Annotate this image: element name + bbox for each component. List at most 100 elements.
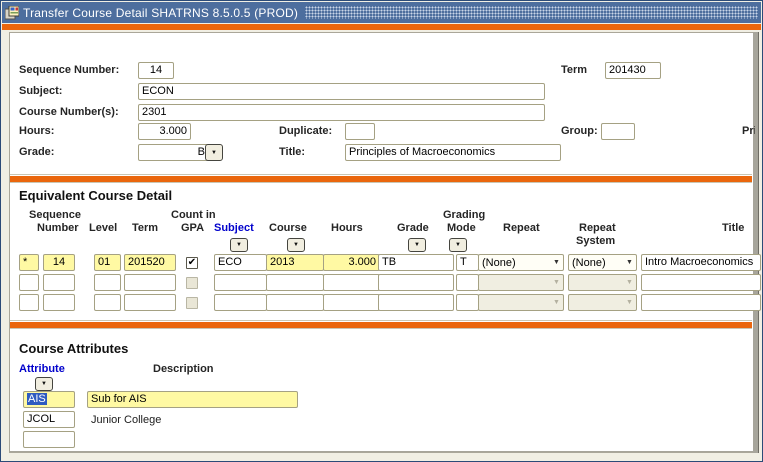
section-separator-line bbox=[10, 320, 752, 321]
chevron-down-icon: ▼ bbox=[293, 242, 299, 248]
description-field[interactable]: Sub for AIS bbox=[87, 391, 298, 408]
grade-lov-button[interactable]: ▼ bbox=[205, 144, 223, 161]
group-field[interactable] bbox=[601, 123, 635, 140]
ecd-title-field[interactable] bbox=[641, 294, 761, 311]
ecd-repeat-system-dropdown: ▼ bbox=[568, 274, 637, 291]
sequence-number-label: Sequence Number: bbox=[19, 64, 119, 76]
ecd-term-field[interactable]: 201520 bbox=[124, 254, 176, 271]
ecd-header-subject-link[interactable]: Subject bbox=[214, 222, 254, 234]
ecd-current-record-indicator bbox=[19, 294, 39, 311]
title-field[interactable]: Principles of Macroeconomics bbox=[345, 144, 561, 161]
ecd-subject-lov-button[interactable]: ▼ bbox=[230, 238, 248, 252]
section-separator-line bbox=[10, 328, 752, 329]
titlebar: Transfer Course Detail SHATRNS 8.5.0.5 (… bbox=[2, 2, 761, 23]
ecd-term-field[interactable] bbox=[124, 274, 176, 291]
chevron-down-icon: ▼ bbox=[455, 242, 461, 248]
grade-field[interactable]: B bbox=[138, 144, 209, 161]
ecd-repeat-system-value: (None) bbox=[569, 257, 623, 269]
attribute-field[interactable]: JCOL bbox=[23, 411, 75, 428]
course-attributes-title: Course Attributes bbox=[19, 341, 128, 356]
term-label: Term bbox=[561, 64, 587, 76]
ecd-hours-field[interactable] bbox=[323, 294, 380, 311]
ecd-current-record-indicator bbox=[19, 274, 39, 291]
attribute-field[interactable]: AIS bbox=[23, 391, 75, 408]
ecd-grading-mode-field[interactable] bbox=[456, 294, 479, 311]
course-numbers-label: Course Number(s): bbox=[19, 106, 119, 118]
application-icon bbox=[5, 6, 19, 20]
ecd-repeat-dropdown[interactable]: (None) ▼ bbox=[478, 254, 564, 271]
ecd-subject-field[interactable] bbox=[214, 274, 267, 291]
ecd-count-in-gpa-checkbox[interactable]: ✔ bbox=[186, 257, 198, 269]
ecd-course-field[interactable] bbox=[266, 274, 324, 291]
window-bottom-line bbox=[9, 451, 753, 452]
chevron-down-icon: ▼ bbox=[211, 150, 217, 156]
ecd-header-count-in: Count in bbox=[171, 209, 216, 221]
ecd-row-3: ▼ ▼ bbox=[1, 294, 762, 311]
ecd-current-record-indicator: * bbox=[19, 254, 39, 271]
ecd-header-hours: Hours bbox=[331, 222, 363, 234]
attribute-header-link[interactable]: Attribute bbox=[19, 363, 65, 375]
sequence-number-field[interactable]: 14 bbox=[138, 62, 174, 79]
ecd-hours-field[interactable] bbox=[323, 274, 380, 291]
ecd-repeat-dropdown: ▼ bbox=[478, 294, 564, 311]
ecd-course-field[interactable]: 2013 bbox=[266, 254, 324, 271]
ecd-subject-field[interactable] bbox=[214, 294, 267, 311]
course-numbers-field[interactable]: 2301 bbox=[138, 104, 545, 121]
ecd-sequence-number-field[interactable] bbox=[43, 274, 75, 291]
ecd-grading-mode-lov-button[interactable]: ▼ bbox=[449, 238, 467, 252]
ecd-repeat-dropdown: ▼ bbox=[478, 274, 564, 291]
ecd-grading-mode-field[interactable]: T bbox=[456, 254, 479, 271]
ecd-header-sequence: Sequence bbox=[29, 209, 81, 221]
ecd-repeat-value: (None) bbox=[479, 257, 550, 269]
course-attributes-row-2: JCOL Junior College bbox=[1, 411, 762, 428]
group-label: Group: bbox=[561, 125, 598, 137]
ecd-term-field[interactable] bbox=[124, 294, 176, 311]
selected-text: AIS bbox=[27, 393, 47, 405]
ecd-header-repeat: Repeat bbox=[503, 222, 540, 234]
application-window: Transfer Course Detail SHATRNS 8.5.0.5 (… bbox=[0, 0, 763, 462]
ecd-grade-field[interactable]: TB bbox=[378, 254, 454, 271]
ecd-level-field[interactable]: 01 bbox=[94, 254, 121, 271]
ecd-header-repeat-system-2: System bbox=[576, 235, 615, 247]
ecd-row-2: ▼ ▼ bbox=[1, 274, 762, 291]
ecd-subject-field[interactable]: ECO bbox=[214, 254, 267, 271]
description-text: Junior College bbox=[91, 414, 161, 426]
duplicate-label: Duplicate: bbox=[279, 125, 332, 137]
ecd-header-grading: Grading bbox=[443, 209, 485, 221]
accent-bar-top bbox=[2, 24, 761, 30]
ecd-header-grade: Grade bbox=[397, 222, 429, 234]
ecd-level-field[interactable] bbox=[94, 294, 121, 311]
hours-field[interactable]: 3.000 bbox=[138, 123, 191, 140]
ecd-header-number: Number bbox=[37, 222, 79, 234]
ecd-grade-field[interactable] bbox=[378, 294, 454, 311]
titlebar-pattern bbox=[305, 6, 758, 19]
hours-label: Hours: bbox=[19, 125, 54, 137]
ecd-title-field[interactable] bbox=[641, 274, 761, 291]
ecd-course-lov-button[interactable]: ▼ bbox=[287, 238, 305, 252]
ecd-grade-lov-button[interactable]: ▼ bbox=[408, 238, 426, 252]
ecd-header-term: Term bbox=[132, 222, 158, 234]
attribute-lov-button[interactable]: ▼ bbox=[35, 377, 53, 391]
ecd-grade-field[interactable] bbox=[378, 274, 454, 291]
ecd-sequence-number-field[interactable] bbox=[43, 294, 75, 311]
ecd-header-course: Course bbox=[269, 222, 307, 234]
chevron-down-icon: ▼ bbox=[236, 242, 242, 248]
ecd-course-field[interactable] bbox=[266, 294, 324, 311]
primary-label-truncated: Prin bbox=[742, 125, 755, 137]
attribute-field[interactable] bbox=[23, 431, 75, 448]
ecd-sequence-number-field[interactable]: 14 bbox=[43, 254, 75, 271]
ecd-title-field[interactable]: Intro Macroeconomics bbox=[641, 254, 761, 271]
ecd-header-level: Level bbox=[89, 222, 117, 234]
ecd-grading-mode-field[interactable] bbox=[456, 274, 479, 291]
ecd-row-1: * 14 01 201520 ✔ ECO 2013 3.000 TB T (No… bbox=[1, 254, 762, 271]
subject-field[interactable]: ECON bbox=[138, 83, 545, 100]
term-field[interactable]: 201430 bbox=[605, 62, 661, 79]
duplicate-field[interactable] bbox=[345, 123, 375, 140]
ecd-repeat-system-dropdown: ▼ bbox=[568, 294, 637, 311]
chevron-down-icon: ▼ bbox=[550, 259, 563, 266]
ecd-header-repeat-system-1: Repeat bbox=[579, 222, 616, 234]
title-label: Title: bbox=[279, 146, 305, 158]
ecd-repeat-system-dropdown[interactable]: (None) ▼ bbox=[568, 254, 637, 271]
ecd-level-field[interactable] bbox=[94, 274, 121, 291]
ecd-hours-field[interactable]: 3.000 bbox=[323, 254, 380, 271]
